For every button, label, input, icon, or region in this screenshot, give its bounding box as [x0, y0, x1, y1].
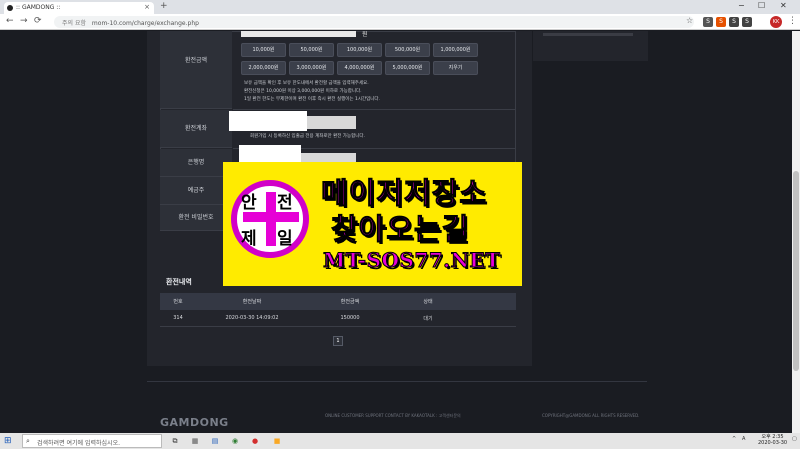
- browser-tab-strip: :: GAMDONG :: × + − ☐ ✕: [0, 0, 800, 14]
- tray-lang[interactable]: A: [742, 436, 745, 442]
- site-favicon-icon: [7, 5, 13, 11]
- row-divider: [233, 109, 516, 110]
- extension-icon[interactable]: S: [742, 17, 752, 27]
- amount-10000-button[interactable]: 10,000원: [241, 43, 286, 57]
- taskbar-search[interactable]: ⌕ 검색하려면 여기에 입력하십시오.: [22, 434, 162, 448]
- footer-copyright: COPYRIGHT@GAMDONG ALL RIGHTS RESERVED.: [542, 413, 640, 418]
- col-date: 환전날짜: [242, 299, 262, 305]
- amount-label: 환전금액: [160, 31, 232, 109]
- url-text: mom-10.com/charge/exchange.php: [91, 20, 199, 27]
- taskbar-clock[interactable]: 오후 2:35 2020-03-30: [758, 434, 787, 446]
- back-arrow-icon[interactable]: ←: [6, 16, 14, 26]
- account-input[interactable]: [229, 111, 307, 131]
- extension-icon[interactable]: S: [716, 17, 726, 27]
- tab-title: :: GAMDONG ::: [16, 4, 61, 11]
- col-number: 번호: [173, 299, 183, 305]
- minimize-button[interactable]: −: [738, 1, 745, 10]
- col-status: 상태: [423, 299, 433, 305]
- footer-logo[interactable]: GAMDONG: [160, 416, 229, 429]
- cell-date: 2020-03-30 14:09:02: [225, 315, 279, 321]
- bookmark-star-icon[interactable]: ☆: [686, 16, 693, 25]
- kakaotalk-icon[interactable]: ■: [272, 436, 282, 446]
- badge-char: 전: [277, 193, 293, 213]
- extension-icon[interactable]: S: [703, 17, 713, 27]
- windows-taskbar: ⊞ ⌕ 검색하려면 여기에 입력하십시오. ⧉ ▦ ▤ ◉ ● ■ ^ A 오후…: [0, 433, 800, 449]
- app-icon[interactable]: ◉: [230, 436, 240, 446]
- reload-icon[interactable]: ⟳: [34, 16, 42, 26]
- holder-label: 예금주: [160, 177, 232, 205]
- footer-support-text: ONLINE CUSTOMER SUPPORT CONTACT BY KAKAO…: [325, 413, 461, 418]
- account-note: 회원가입 시 등록하신 입출금 전용 계좌로만 환전 가능합니다.: [250, 134, 365, 139]
- badge-char: 일: [277, 229, 293, 249]
- search-placeholder: 검색하려면 여기에 입력하십시오.: [37, 440, 121, 447]
- amount-1000000-button[interactable]: 1,000,000원: [433, 43, 478, 57]
- amount-5000000-button[interactable]: 5,000,000원: [385, 61, 430, 75]
- history-title: 환전내역: [166, 278, 192, 286]
- url-field[interactable]: 주의 요함 mom-10.com/charge/exchange.php: [54, 16, 694, 28]
- new-tab-button[interactable]: +: [160, 1, 168, 11]
- close-window-button[interactable]: ✕: [780, 1, 787, 10]
- ad-headline-2: 찾아오는길: [330, 212, 470, 247]
- account-input-extra[interactable]: [307, 116, 356, 129]
- calculator-icon[interactable]: ▦: [190, 436, 200, 446]
- address-bar-row: ← → ⟳ 주의 요함 mom-10.com/charge/exchange.p…: [0, 14, 800, 30]
- scrollbar-thumb[interactable]: [793, 171, 799, 371]
- forward-arrow-icon[interactable]: →: [20, 16, 28, 26]
- badge-char: 제: [241, 229, 257, 249]
- side-panel: [532, 31, 648, 61]
- amount-note-2: 환전신청은 10,000원 이상 3,000,000원 이하로 가능합니다.: [244, 89, 362, 94]
- amount-4000000-button[interactable]: 4,000,000원: [337, 61, 382, 75]
- amount-input[interactable]: [241, 31, 356, 37]
- notification-icon[interactable]: ▢: [792, 436, 797, 442]
- tab-close-icon[interactable]: ×: [144, 3, 150, 11]
- search-icon: ⌕: [26, 437, 30, 445]
- chrome-icon[interactable]: ●: [250, 436, 260, 446]
- amount-100000-button[interactable]: 100,000원: [337, 43, 382, 57]
- cell-status: 대기: [423, 316, 433, 322]
- extension-icon[interactable]: S: [729, 17, 739, 27]
- history-table-header: 번호 환전날짜 환전금액 상태: [160, 293, 516, 310]
- amount-500000-button[interactable]: 500,000원: [385, 43, 430, 57]
- menu-kebab-icon[interactable]: ⋮: [788, 16, 797, 26]
- amount-50000-button[interactable]: 50,000원: [289, 43, 334, 57]
- clear-amount-button[interactable]: 지우기: [433, 61, 478, 75]
- ad-banner[interactable]: 안 전 제 일 메이저저장소 찾아오는길 MT-SOS77.NET: [223, 162, 522, 286]
- bank-label: 은행명: [160, 149, 232, 177]
- clock-date: 2020-03-30: [758, 440, 788, 446]
- security-warning-label[interactable]: 주의 요함: [62, 20, 86, 27]
- browser-tab[interactable]: :: GAMDONG :: ×: [4, 2, 154, 14]
- cell-number: 314: [173, 315, 183, 321]
- maximize-button[interactable]: ☐: [758, 1, 765, 10]
- pagination-page-button[interactable]: 1: [333, 336, 343, 346]
- word-icon[interactable]: ▤: [210, 436, 220, 446]
- table-row: 314 2020-03-30 14:09:02 150000 대기: [160, 310, 516, 327]
- amount-note-3: 1일 환전 한도는 무제한이며 환전 이후 즉시 환전 실행이는 1시간입니다.: [244, 97, 380, 102]
- page-scrollbar[interactable]: [792, 31, 800, 433]
- account-label: 환전계좌: [160, 110, 232, 148]
- amount-note-1: 보유 금액을 확인 후 보유 한도내에서 환전할 금액을 입력해주세요.: [244, 81, 369, 86]
- cell-amount: 150000: [340, 315, 360, 321]
- amount-2000000-button[interactable]: 2,000,000원: [241, 61, 286, 75]
- ad-url: MT-SOS77.NET: [323, 248, 501, 273]
- exchange-password-label: 환전 비밀번호: [160, 205, 232, 231]
- badge-char: 안: [241, 193, 257, 213]
- windows-start-icon[interactable]: ⊞: [4, 436, 12, 446]
- amount-unit: 원: [362, 31, 368, 38]
- safety-badge-icon: 안 전 제 일: [231, 180, 309, 258]
- task-view-icon[interactable]: ⧉: [170, 436, 180, 446]
- amount-3000000-button[interactable]: 3,000,000원: [289, 61, 334, 75]
- col-amount: 환전금액: [340, 299, 360, 305]
- tray-arrow-icon[interactable]: ^: [732, 436, 736, 442]
- page-viewport: 환전금액 원 10,000원 50,000원 100,000원 500,000원…: [0, 31, 792, 433]
- footer-divider: [147, 381, 647, 382]
- profile-avatar[interactable]: KK: [770, 16, 782, 28]
